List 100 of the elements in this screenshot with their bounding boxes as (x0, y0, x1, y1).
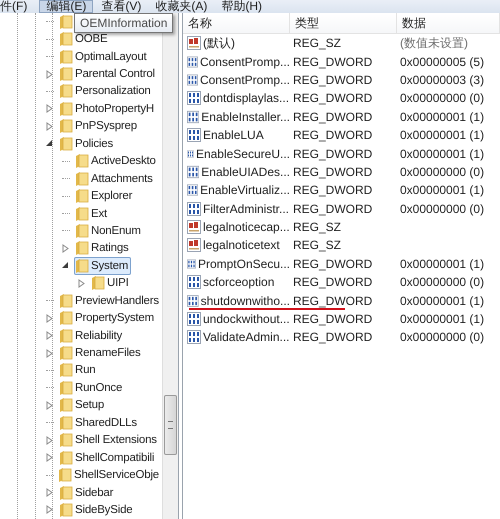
binary-value-icon (187, 202, 201, 216)
tree-item[interactable]: ActiveDeskto (91, 155, 156, 168)
folder-icon (75, 222, 89, 239)
value-name[interactable]: scforceoption (203, 275, 274, 290)
binary-value-icon (187, 54, 198, 69)
value-name[interactable]: undockwithout... (203, 312, 290, 326)
menu-item[interactable]: 收藏夹(A) (149, 0, 214, 13)
binary-value-icon (187, 312, 201, 326)
binary-value-icon (187, 294, 199, 308)
folder-icon (59, 328, 73, 344)
tree-item[interactable]: SharedDLLs (75, 416, 137, 429)
value-name[interactable]: FilterAdministr... (203, 202, 290, 216)
binary-value-icon (187, 183, 198, 198)
binary-value-icon (187, 91, 201, 106)
binary-value-icon (187, 256, 196, 271)
tree-item[interactable]: Ratings (91, 242, 129, 254)
value-name[interactable]: ConsentPromp... (200, 54, 290, 69)
value-name[interactable]: EnableUIADes... (201, 164, 290, 179)
tree-item[interactable]: PhotoPropertyH (75, 102, 154, 115)
folder-icon (59, 66, 73, 82)
tree-item[interactable]: PropertySystem (75, 312, 154, 324)
tree-item[interactable]: OOBE (75, 33, 108, 46)
value-name[interactable]: shutdownwitho... (200, 294, 290, 308)
scrollbar-thumb[interactable] (164, 395, 177, 455)
value-name[interactable]: legalnoticecap... (203, 220, 290, 234)
column-header[interactable]: 数据 (397, 13, 500, 33)
value-type: REG_DWORD (292, 183, 374, 198)
value-data: 0x00000000 (0) (399, 91, 486, 106)
folder-icon (75, 188, 89, 204)
value-name[interactable]: EnableInstaller... (201, 110, 290, 124)
column-header[interactable]: 类型 (290, 13, 397, 33)
folder-icon (75, 240, 89, 256)
value-data: 0x00000001 (1) (399, 312, 486, 326)
menu-item[interactable]: 编辑(E) (39, 0, 94, 13)
value-type: REG_DWORD (292, 294, 374, 308)
expand-arrow-icon[interactable] (78, 278, 85, 288)
binary-value-icon (187, 164, 200, 179)
tree-item[interactable]: Ext (91, 208, 108, 220)
value-name[interactable]: EnableSecureU... (196, 146, 290, 161)
folder-icon (59, 397, 73, 414)
tooltip: OEMInformation (74, 13, 174, 33)
tree-item[interactable]: ShellCompatibili (75, 452, 154, 464)
value-type: REG_DWORD (292, 164, 374, 179)
tree-item[interactable]: RenameFiles (75, 347, 141, 360)
tree-item[interactable]: NonEnum (91, 224, 141, 237)
tree-item[interactable]: Policies (75, 138, 114, 150)
value-type: REG_DWORD (292, 91, 374, 106)
value-data: 0x00000000 (0) (399, 164, 486, 179)
folder-icon (59, 118, 73, 134)
folder-icon (59, 83, 73, 100)
value-name[interactable]: EnableLUA (203, 128, 264, 142)
value-name[interactable]: PromptOnSecu... (198, 256, 290, 271)
expand-arrow-icon[interactable] (62, 244, 69, 253)
value-data: 0x00000001 (1) (399, 183, 486, 198)
tree-item[interactable]: RunOnce (75, 382, 122, 394)
value-name[interactable]: ValidateAdmin... (203, 330, 290, 344)
menu-item[interactable]: 查看(V) (95, 0, 148, 13)
tree-item[interactable]: SideBySide (75, 504, 132, 516)
value-type: REG_DWORD (292, 54, 374, 69)
tree-item[interactable]: Attachments (91, 172, 153, 185)
value-name[interactable]: legalnoticetext (203, 238, 280, 252)
tree-item[interactable]: Parental Control (75, 68, 155, 80)
expand-arrow-icon[interactable] (46, 400, 53, 410)
collapse-arrow-icon[interactable] (62, 262, 69, 270)
folder-icon (59, 136, 73, 152)
value-name[interactable]: dontdisplaylas... (203, 91, 290, 106)
value-type: REG_DWORD (292, 275, 374, 290)
menu-item[interactable]: 帮助(H) (215, 0, 268, 13)
column-header[interactable]: 名称 (183, 13, 290, 33)
folder-icon (59, 502, 73, 518)
tree-item[interactable]: Run (75, 364, 96, 376)
tree-item[interactable]: Sidebar (75, 486, 114, 499)
value-data: 0x00000001 (1) (399, 146, 486, 161)
expand-arrow-icon[interactable] (46, 70, 53, 79)
tree-item[interactable]: Personalization (75, 85, 151, 98)
value-type: REG_DWORD (292, 256, 374, 271)
folder-icon (59, 414, 73, 431)
folder-icon (59, 310, 73, 326)
tree-item[interactable]: ShellServiceObje (74, 469, 159, 482)
value-name[interactable]: (默认) (203, 34, 235, 52)
tree-item[interactable]: PnPSysprep (75, 120, 137, 132)
collapse-arrow-icon[interactable] (46, 140, 53, 148)
tree-item[interactable]: Reliability (75, 330, 122, 342)
value-name[interactable]: EnableVirtualiz... (200, 183, 290, 198)
tree-item[interactable]: PreviewHandlers (75, 294, 159, 307)
tree-item[interactable]: OptimalLayout (75, 50, 147, 63)
value-data: 0x00000001 (1) (399, 256, 486, 271)
menu-item[interactable]: 件(F) (0, 0, 34, 13)
tree-item[interactable]: Explorer (91, 190, 132, 202)
binary-value-icon (187, 330, 201, 344)
binary-value-icon (187, 275, 201, 290)
folder-icon (59, 345, 73, 362)
tree-item[interactable]: Shell Extensions (75, 434, 157, 446)
value-data: 0x00000000 (0) (399, 330, 486, 344)
value-type: REG_DWORD (292, 330, 374, 344)
folder-icon (59, 362, 73, 378)
folder-icon (58, 467, 72, 484)
value-name[interactable]: ConsentPromp... (200, 72, 290, 87)
tree-item[interactable]: Setup (75, 399, 104, 412)
tree-item[interactable]: UIPI (107, 277, 129, 290)
